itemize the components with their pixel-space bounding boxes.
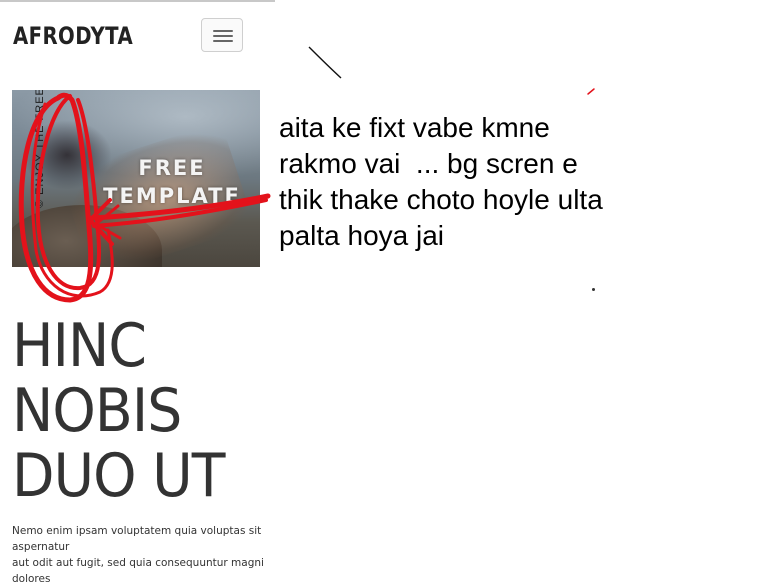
- brand-logo[interactable]: AFRODYTA: [13, 22, 133, 50]
- hero-credit: © ENJOY THE FREE: [34, 90, 46, 208]
- hero-title: FREE TEMPLATE: [72, 154, 260, 210]
- headline-line: DUO UT: [12, 441, 225, 511]
- hero-image: FREE TEMPLATE © ENJOY THE FREE: [12, 90, 260, 267]
- menu-bar-line: [213, 40, 233, 42]
- body-line: aspernatur: [12, 541, 70, 553]
- hero-title-line: FREE: [138, 156, 206, 180]
- navbar: AFRODYTA: [0, 2, 275, 74]
- scribble-tick: [587, 88, 595, 95]
- screenshot-canvas: AFRODYTA FREE TEMPLATE © ENJOY THE FREE …: [0, 0, 759, 582]
- pen-stroke: [308, 46, 342, 79]
- annotation-line: thik thake choto hoyle ulta: [279, 184, 603, 215]
- body-line: dolores: [12, 573, 51, 582]
- mobile-site-preview: AFRODYTA FREE TEMPLATE © ENJOY THE FREE …: [0, 0, 275, 582]
- headline-line: NOBIS: [12, 376, 182, 446]
- headline-line: HINC: [12, 311, 147, 381]
- annotation-line: rakmo vai ... bg scren e: [279, 148, 578, 179]
- annotation-text: aita ke fixt vabe kmne rakmo vai ... bg …: [279, 110, 719, 254]
- annotation-line: palta hoya jai: [279, 220, 445, 251]
- hamburger-menu-icon[interactable]: [201, 18, 243, 52]
- hero-title-line: TEMPLATE: [103, 184, 241, 208]
- body-paragraph: Nemo enim ipsam voluptatem quia voluptas…: [12, 523, 270, 582]
- stray-dot: [592, 288, 595, 291]
- body-line: Nemo enim ipsam voluptatem quia voluptas…: [12, 525, 262, 537]
- page-headline: HINC NOBIS DUO UT: [12, 314, 251, 509]
- annotation-line: aita ke fixt vabe kmne: [279, 112, 550, 143]
- menu-bar-line: [213, 35, 233, 37]
- menu-bar-line: [213, 30, 233, 32]
- body-line: aut odit aut fugit, sed quia consequuntu…: [12, 557, 264, 569]
